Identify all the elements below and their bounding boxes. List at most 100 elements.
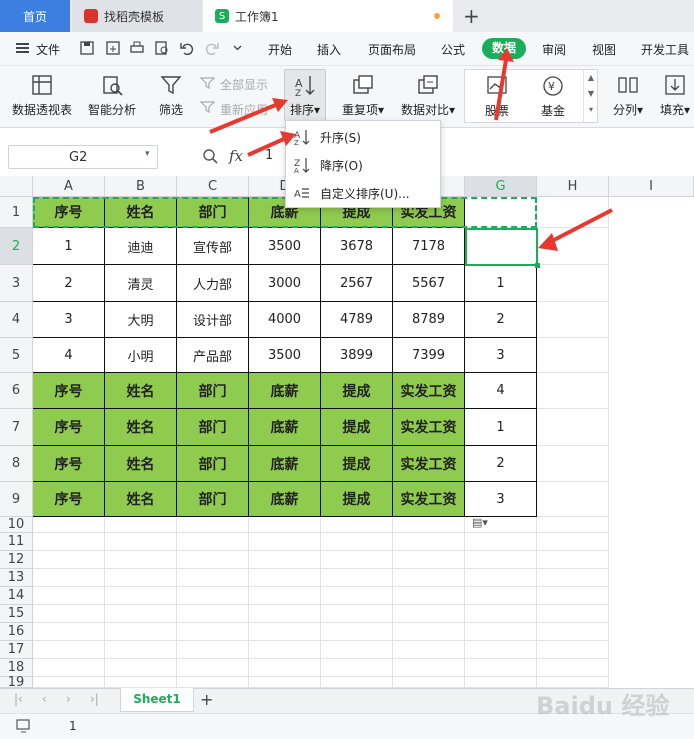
show-all-button[interactable]: 全部显示 (220, 76, 268, 93)
cell[interactable] (537, 641, 609, 659)
cell[interactable] (537, 338, 609, 373)
data-cell[interactable]: 迪迪 (105, 228, 177, 265)
cell[interactable] (105, 587, 177, 605)
data-cell[interactable]: 宣传部 (177, 228, 249, 265)
data-cell[interactable]: 1 (33, 228, 105, 265)
print-icon[interactable] (130, 41, 144, 55)
row-header[interactable]: 13 (0, 569, 33, 587)
tab-template[interactable]: 找稻壳模板 (72, 0, 202, 32)
column-header[interactable]: B (105, 176, 177, 197)
cell[interactable] (465, 551, 537, 569)
zoom-icon[interactable] (203, 149, 218, 164)
cell[interactable] (321, 587, 393, 605)
cell[interactable] (177, 623, 249, 641)
data-cell[interactable]: 小明 (105, 338, 177, 373)
data-cell[interactable]: 产品部 (177, 338, 249, 373)
cell[interactable] (393, 623, 465, 641)
fill-handle[interactable] (535, 263, 540, 268)
cell[interactable] (537, 197, 609, 228)
menu-insert[interactable]: 插入 (317, 41, 341, 58)
cell[interactable] (393, 605, 465, 623)
export-icon[interactable] (106, 41, 120, 55)
cell[interactable] (177, 659, 249, 677)
header-cell[interactable]: 姓名 (105, 446, 177, 482)
data-cell[interactable]: 3678 (321, 228, 393, 265)
data-cell[interactable]: 4000 (249, 302, 321, 338)
data-cell[interactable]: 4 (33, 338, 105, 373)
stock-button[interactable]: 股票 (479, 75, 515, 119)
duplicates-button[interactable]: 重复项▾ (340, 74, 386, 118)
gallery-scroll[interactable]: ▲ ▼ ▾ (583, 70, 598, 122)
cell[interactable] (33, 659, 105, 677)
cell[interactable] (33, 677, 105, 688)
cell[interactable] (249, 551, 321, 569)
header-cell[interactable]: 序号 (33, 446, 105, 482)
fund-button[interactable]: ¥ 基金 (535, 75, 571, 119)
cell[interactable] (537, 373, 609, 409)
cell[interactable] (465, 677, 537, 688)
cell[interactable] (33, 569, 105, 587)
header-cell[interactable]: 提成 (321, 446, 393, 482)
cell[interactable] (105, 677, 177, 688)
split-column-button[interactable]: 分列▾ (610, 74, 646, 118)
g-cell[interactable]: 4 (465, 373, 537, 409)
new-tab-button[interactable]: + (463, 4, 480, 28)
cell[interactable] (105, 605, 177, 623)
header-cell[interactable]: 序号 (33, 409, 105, 446)
cell[interactable] (465, 623, 537, 641)
cell[interactable] (465, 659, 537, 677)
cell[interactable] (249, 587, 321, 605)
menu-formula[interactable]: 公式 (441, 41, 465, 58)
header-cell[interactable]: 实发工资 (393, 373, 465, 409)
select-all-corner[interactable] (0, 176, 33, 197)
row-header[interactable]: 8 (0, 446, 33, 482)
first-sheet-icon[interactable]: |‹ (14, 692, 23, 706)
cell[interactable] (321, 517, 393, 533)
cell[interactable] (177, 569, 249, 587)
cell[interactable] (537, 605, 609, 623)
row-header[interactable]: 2 (0, 228, 33, 265)
cell[interactable] (321, 605, 393, 623)
fill-button[interactable]: 填充▾ (656, 74, 694, 118)
cell[interactable] (537, 587, 609, 605)
add-sheet-button[interactable]: + (200, 690, 213, 709)
smart-analysis-button[interactable]: 智能分析 (86, 74, 138, 118)
chevron-down-icon[interactable] (233, 45, 242, 51)
data-cell[interactable]: 3500 (249, 338, 321, 373)
cell[interactable] (465, 605, 537, 623)
header-cell[interactable]: 实发工资 (393, 446, 465, 482)
cell[interactable] (177, 551, 249, 569)
g-cell[interactable]: 1 (465, 265, 537, 302)
cell[interactable] (537, 482, 609, 517)
cell-mode-icon[interactable] (16, 719, 32, 733)
cell[interactable] (537, 517, 609, 533)
cell[interactable] (105, 551, 177, 569)
header-cell[interactable]: 姓名 (105, 482, 177, 517)
tab-home[interactable]: 首页 (0, 0, 70, 32)
hamburger-icon[interactable] (16, 43, 29, 53)
column-header[interactable]: C (177, 176, 249, 197)
cell[interactable] (105, 569, 177, 587)
header-cell[interactable]: 底薪 (249, 446, 321, 482)
cell[interactable] (177, 677, 249, 688)
cell[interactable] (33, 605, 105, 623)
cell[interactable] (393, 587, 465, 605)
data-cell[interactable]: 设计部 (177, 302, 249, 338)
undo-icon[interactable] (180, 41, 194, 55)
header-cell[interactable]: 提成 (321, 482, 393, 517)
cell[interactable] (177, 587, 249, 605)
name-box[interactable]: G2 ▾ (8, 145, 158, 169)
cell[interactable] (537, 551, 609, 569)
menu-view[interactable]: 视图 (592, 41, 616, 58)
row-header[interactable]: 15 (0, 605, 33, 623)
cell[interactable] (105, 623, 177, 641)
cell[interactable] (465, 641, 537, 659)
header-cell[interactable]: 底薪 (249, 482, 321, 517)
compare-button[interactable]: 数据对比▾ (399, 74, 457, 118)
cell[interactable] (537, 623, 609, 641)
header-cell[interactable]: 实发工资 (393, 409, 465, 446)
next-sheet-icon[interactable]: › (66, 692, 71, 706)
row-header[interactable]: 10 (0, 517, 33, 533)
g-cell[interactable]: 2 (465, 446, 537, 482)
row-header[interactable]: 19 (0, 675, 33, 690)
